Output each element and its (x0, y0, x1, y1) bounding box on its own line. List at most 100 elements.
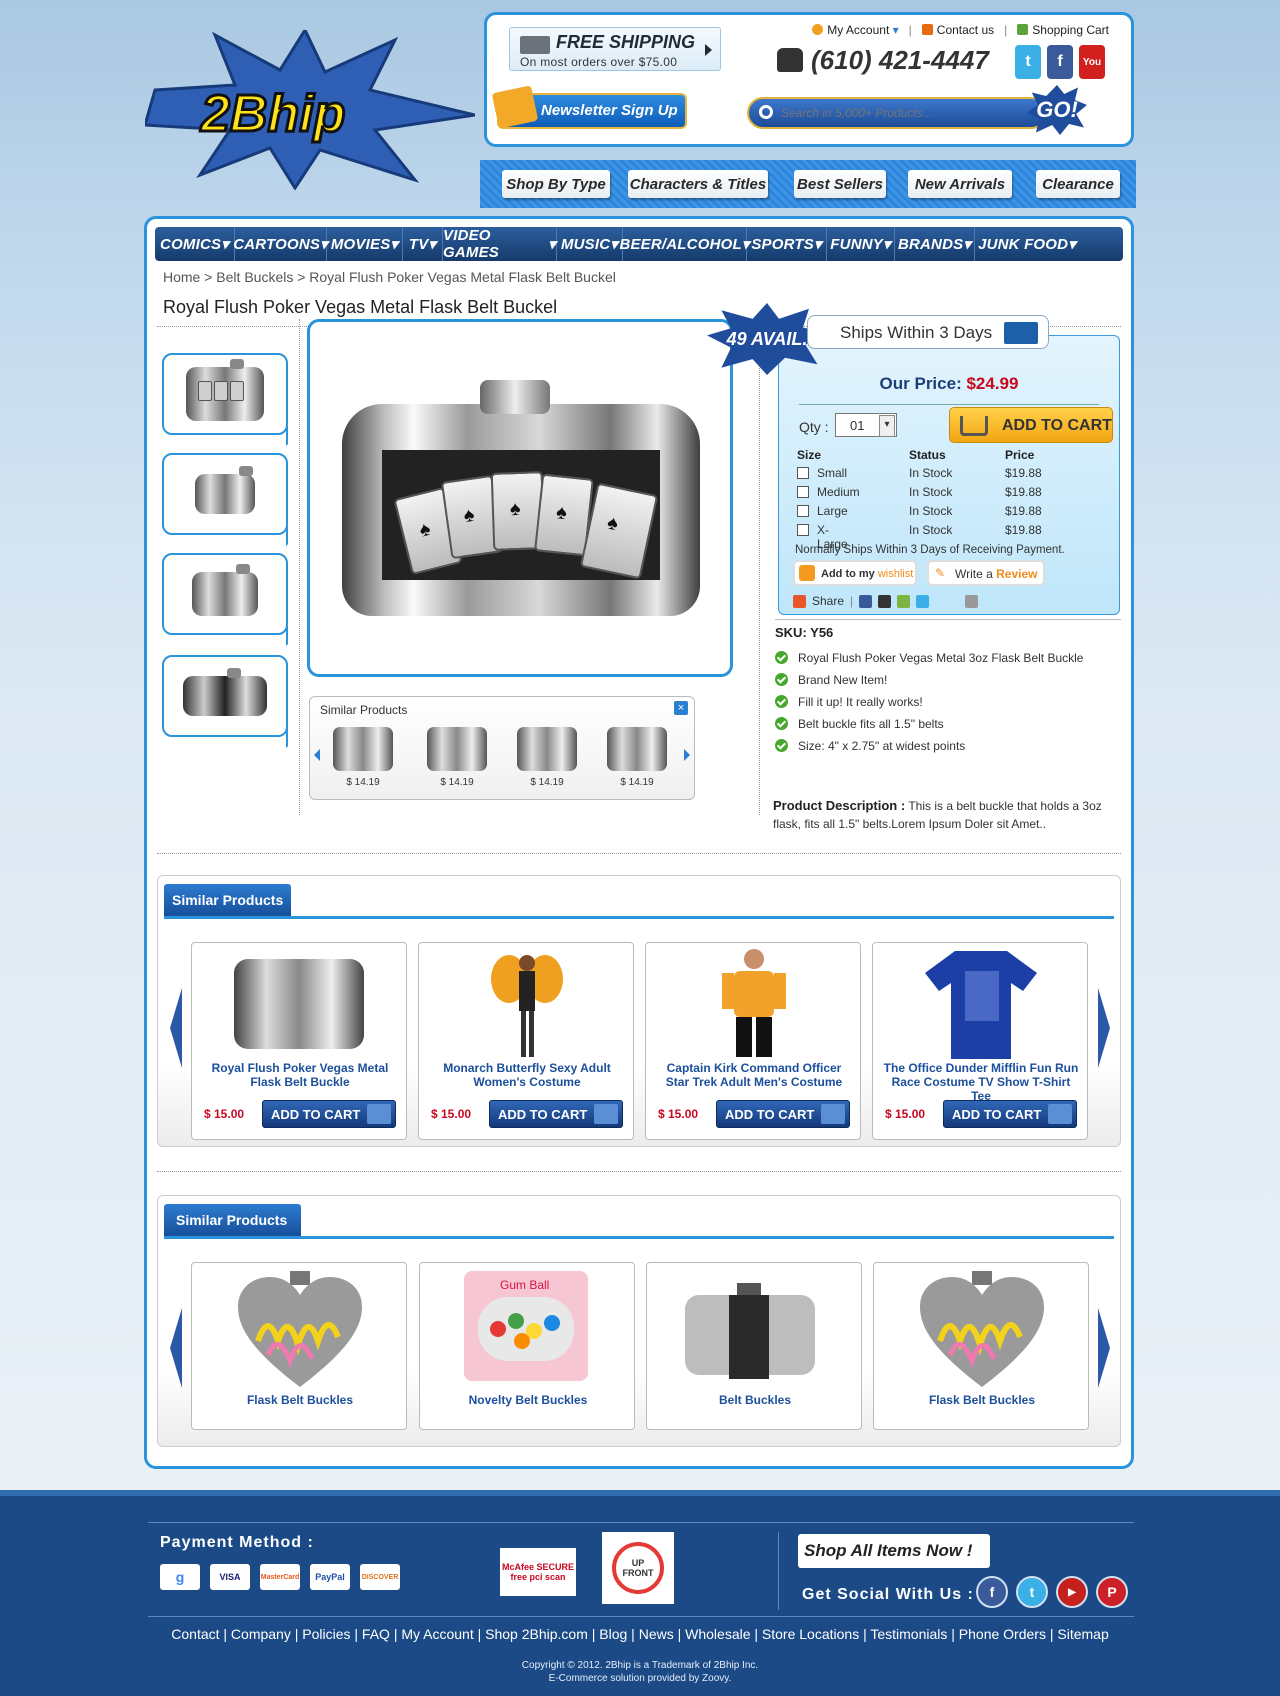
nav-movies[interactable]: MOVIES ▾ (327, 227, 403, 261)
add-to-cart-button[interactable]: ADD TO CART (716, 1100, 850, 1128)
add-to-cart-button[interactable]: ADD TO CART (489, 1100, 623, 1128)
facebook-icon[interactable]: f (976, 1576, 1008, 1608)
thumbnail-3[interactable] (162, 553, 288, 635)
arrow-left-icon[interactable] (314, 749, 320, 761)
tab-characters-titles[interactable]: Characters & Titles (628, 170, 768, 198)
youtube-icon[interactable]: You (1079, 45, 1105, 79)
tab-shop-by-type[interactable]: Shop By Type (502, 170, 610, 198)
write-review-button[interactable]: ✎ Write a Review (927, 560, 1045, 586)
shopping-cart-link[interactable]: Shopping Cart (1017, 23, 1109, 37)
flask-image (183, 668, 267, 716)
product-name[interactable]: Royal Flush Poker Vegas Metal Flask Belt… (200, 1061, 400, 1089)
product-name[interactable]: Captain Kirk Command Officer Star Trek A… (654, 1061, 854, 1089)
category-name[interactable]: Flask Belt Buckles (882, 1393, 1082, 1407)
site-logo[interactable]: 2Bhip (143, 26, 476, 191)
nav-cartoons[interactable]: CARTOONS ▾ (233, 227, 328, 261)
category-card[interactable]: Belt Buckles (646, 1262, 862, 1430)
tab-best-sellers[interactable]: Best Sellers (794, 170, 886, 198)
size-row[interactable]: Medium In Stock $19.88 (797, 485, 1097, 503)
category-name[interactable]: Novelty Belt Buckles (428, 1393, 628, 1407)
size-row[interactable]: Large In Stock $19.88 (797, 504, 1097, 522)
nav-brands[interactable]: BRANDS ▾ (895, 227, 975, 261)
category-card[interactable]: Flask Belt Buckles (191, 1262, 407, 1430)
shop-all-button[interactable]: Shop All Items Now ! (798, 1534, 990, 1568)
nav-label: BRANDS (897, 235, 964, 253)
share-icon[interactable] (793, 594, 806, 608)
main-product-image[interactable] (307, 319, 733, 677)
nav-tv[interactable]: TV ▾ (403, 227, 443, 261)
product-card[interactable]: Monarch Butterfly Sexy Adult Women's Cos… (418, 942, 634, 1140)
close-icon[interactable]: × (674, 701, 688, 715)
share-label[interactable]: Share (812, 594, 844, 608)
qty-select[interactable]: 01 (835, 413, 897, 437)
delicious-icon[interactable] (897, 594, 911, 608)
youtube-icon[interactable]: ▶ (1056, 1576, 1088, 1608)
twitter-icon[interactable]: t (1015, 45, 1041, 79)
thumbnail-1[interactable] (162, 353, 288, 435)
product-name[interactable]: The Office Dunder Mifflin Fun Run Race C… (881, 1061, 1081, 1103)
nav-music[interactable]: MUSIC ▾ (557, 227, 623, 261)
arrow-right-icon[interactable] (1098, 1308, 1110, 1388)
arrow-right-icon[interactable] (1098, 988, 1110, 1068)
envelope-icon (491, 85, 539, 129)
category-card[interactable]: Flask Belt Buckles (873, 1262, 1089, 1430)
mini-product[interactable]: $ 14.19 (510, 727, 584, 788)
arrow-left-icon[interactable] (170, 988, 182, 1068)
product-description: Product Description : This is a belt buc… (773, 797, 1123, 833)
mini-product[interactable]: $ 14.19 (420, 727, 494, 788)
nav-comics[interactable]: COMICS ▾ (155, 227, 235, 261)
mini-price: $ 14.19 (346, 777, 380, 788)
add-to-wishlist-button[interactable]: Add to my wishlist (793, 560, 917, 586)
contact-us-link[interactable]: Contact us (921, 23, 994, 37)
twitter-icon[interactable]: t (1016, 1576, 1048, 1608)
truck-icon (1004, 322, 1038, 344)
myspace-icon[interactable] (878, 594, 892, 608)
newsletter-signup-button[interactable]: Newsletter Sign Up (491, 85, 687, 129)
pinterest-icon[interactable]: P (1096, 1576, 1128, 1608)
nav-video-games[interactable]: VIDEO GAMES ▾ (443, 227, 557, 261)
thumbnail-2[interactable] (162, 453, 288, 535)
tab-new-arrivals[interactable]: New Arrivals (908, 170, 1012, 198)
category-name[interactable]: Flask Belt Buckles (200, 1393, 400, 1407)
add-to-cart-button[interactable]: ADD TO CART (949, 407, 1113, 443)
facebook-icon[interactable] (859, 594, 873, 608)
thumbnail-4[interactable] (162, 655, 288, 737)
product-name[interactable]: Monarch Butterfly Sexy Adult Women's Cos… (427, 1061, 627, 1089)
add-to-cart-button[interactable]: ADD TO CART (262, 1100, 396, 1128)
size-checkbox[interactable] (797, 524, 809, 536)
wishlist-word: wishlist (877, 568, 914, 580)
product-card[interactable]: Captain Kirk Command Officer Star Trek A… (645, 942, 861, 1140)
facebook-icon[interactable]: f (1047, 45, 1073, 79)
product-card[interactable]: Royal Flush Poker Vegas Metal Flask Belt… (191, 942, 407, 1140)
tab-clearance[interactable]: Clearance (1036, 170, 1120, 198)
mini-product[interactable]: $ 14.19 (600, 727, 674, 788)
print-icon[interactable] (965, 594, 979, 608)
my-account-link[interactable]: My Account ▾ (812, 23, 899, 37)
upfront-seal[interactable]: UP FRONT (602, 1532, 674, 1604)
similar-products-section: Similar Products Royal Flush Poker Vegas… (157, 875, 1121, 1147)
mcafee-seal[interactable]: McAfee SECURE free pci scan (500, 1548, 576, 1596)
nav-sports[interactable]: SPORTS ▾ (747, 227, 827, 261)
arrow-left-icon[interactable] (170, 1308, 182, 1388)
breadcrumb[interactable]: Home > Belt Buckels > Royal Flush Poker … (163, 269, 616, 285)
free-shipping-banner[interactable]: FREE SHIPPING On most orders over $75.00 (509, 27, 721, 71)
mini-product[interactable]: $ 14.19 (326, 727, 400, 788)
category-name[interactable]: Belt Buckles (655, 1393, 855, 1407)
add-to-cart-button[interactable]: ADD TO CART (943, 1100, 1077, 1128)
size-row[interactable]: X-Large In Stock $19.88 (797, 523, 1097, 551)
category-card[interactable]: Gum Ball Novelty Belt Buckles (419, 1262, 635, 1430)
footer-links[interactable]: Contact | Company | Policies | FAQ | My … (0, 1626, 1280, 1642)
size-checkbox[interactable] (797, 467, 809, 479)
size-checkbox[interactable] (797, 505, 809, 517)
nav-beer-alcohol[interactable]: BEER/ALCOHOL ▾ (619, 227, 749, 261)
section-title: Similar Products (164, 884, 292, 916)
size-checkbox[interactable] (797, 486, 809, 498)
size-row[interactable]: Small In Stock $19.88 (797, 466, 1097, 484)
nav-funny[interactable]: FUNNY ▾ (827, 227, 895, 261)
product-card[interactable]: The Office Dunder Mifflin Fun Run Race C… (872, 942, 1088, 1140)
arrow-right-icon[interactable] (684, 749, 690, 761)
twitter-icon[interactable] (916, 594, 930, 608)
nav-junk-food[interactable]: JUNK FOOD ▾ (975, 227, 1079, 261)
search-input[interactable] (781, 104, 1031, 122)
divider (775, 619, 1121, 620)
